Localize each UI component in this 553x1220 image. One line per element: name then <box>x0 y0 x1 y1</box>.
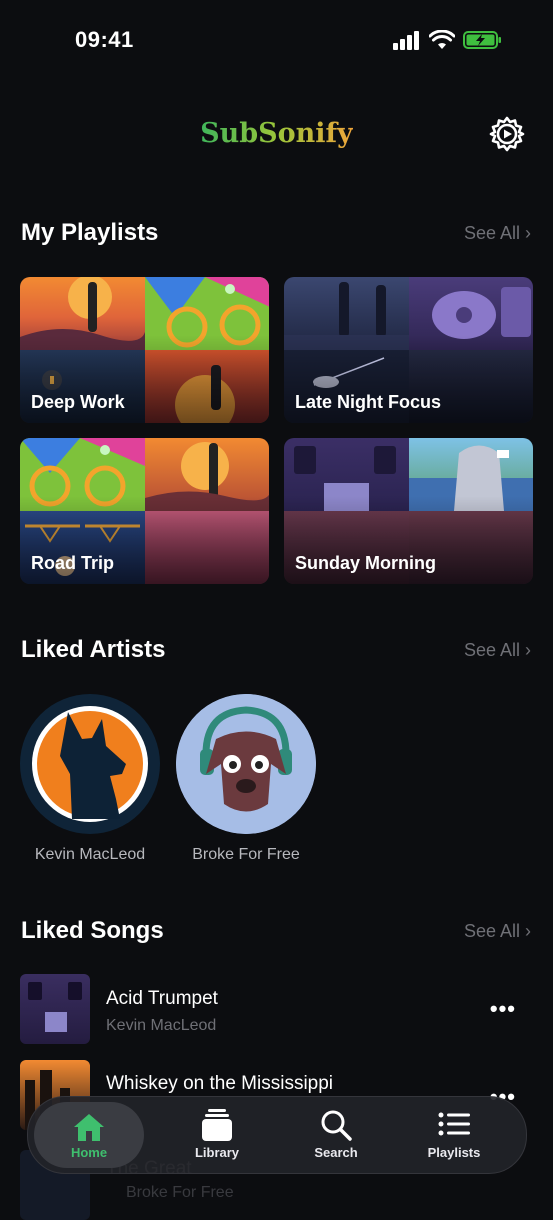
tab-home[interactable]: Home <box>34 1102 144 1168</box>
settings-icon[interactable] <box>489 116 525 152</box>
home-icon <box>74 1114 104 1141</box>
playlist-tile-deep-work[interactable]: Deep Work <box>20 277 269 423</box>
artists-section-title: Liked Artists <box>21 636 166 663</box>
song-title: Whiskey on the Mississippi <box>106 1073 334 1094</box>
artist-name: Kevin MacLeod <box>34 846 146 863</box>
tab-playlists[interactable]: Playlists <box>399 1097 509 1173</box>
song-artist: Kevin MacLeod <box>106 1017 217 1034</box>
tab-label: Library <box>194 1145 240 1160</box>
signal-icon <box>393 31 419 50</box>
song-artist: Broke For Free <box>126 1184 234 1201</box>
tab-library[interactable]: Library <box>162 1097 272 1173</box>
playlist-name: Deep Work <box>31 392 125 412</box>
playlist-name: Late Night Focus <box>295 392 442 412</box>
status-icons <box>393 30 503 50</box>
song-title: Acid Trumpet <box>106 988 218 1009</box>
songs-see-all[interactable]: See All › <box>464 921 531 942</box>
songs-section-title: Liked Songs <box>21 917 164 944</box>
artists-see-all[interactable]: See All › <box>464 640 531 661</box>
tab-label: Home <box>70 1145 108 1160</box>
tab-bar: Home Library Search Playlists <box>27 1096 527 1174</box>
playlist-name: Road Trip <box>31 553 115 573</box>
artist-avatar-broke-for-free[interactable] <box>176 694 316 834</box>
playlist-tile-sunday-morning[interactable]: Sunday Morning <box>284 438 533 584</box>
playlist-name: Sunday Morning <box>295 553 436 573</box>
tab-label: Search <box>314 1145 358 1160</box>
artist-name: Broke For Free <box>192 846 300 863</box>
library-icon <box>202 1109 232 1141</box>
song-row[interactable]: Acid Trumpet Kevin MacLeod ••• <box>0 972 553 1046</box>
playlist-tile-late-night-focus[interactable]: Late Night Focus <box>284 277 533 423</box>
playlists-section-title: My Playlists <box>21 219 159 246</box>
search-icon <box>321 1110 352 1141</box>
playlists-see-all[interactable]: See All › <box>464 223 531 244</box>
app-name: SubSonify <box>200 118 353 149</box>
battery-charging-icon <box>463 31 501 49</box>
status-time: 09:41 <box>75 27 134 52</box>
playlists-icon <box>438 1112 470 1136</box>
more-options-icon[interactable]: ••• <box>490 996 516 1022</box>
playlist-tile-road-trip[interactable]: Road Trip <box>20 438 269 584</box>
wifi-icon <box>429 30 455 49</box>
app-logo: SubSonify <box>0 118 553 149</box>
artist-avatar-kevin-macleod[interactable] <box>20 694 160 834</box>
tab-label: Playlists <box>427 1145 481 1160</box>
tab-search[interactable]: Search <box>281 1097 391 1173</box>
song-artwork <box>20 974 90 1044</box>
